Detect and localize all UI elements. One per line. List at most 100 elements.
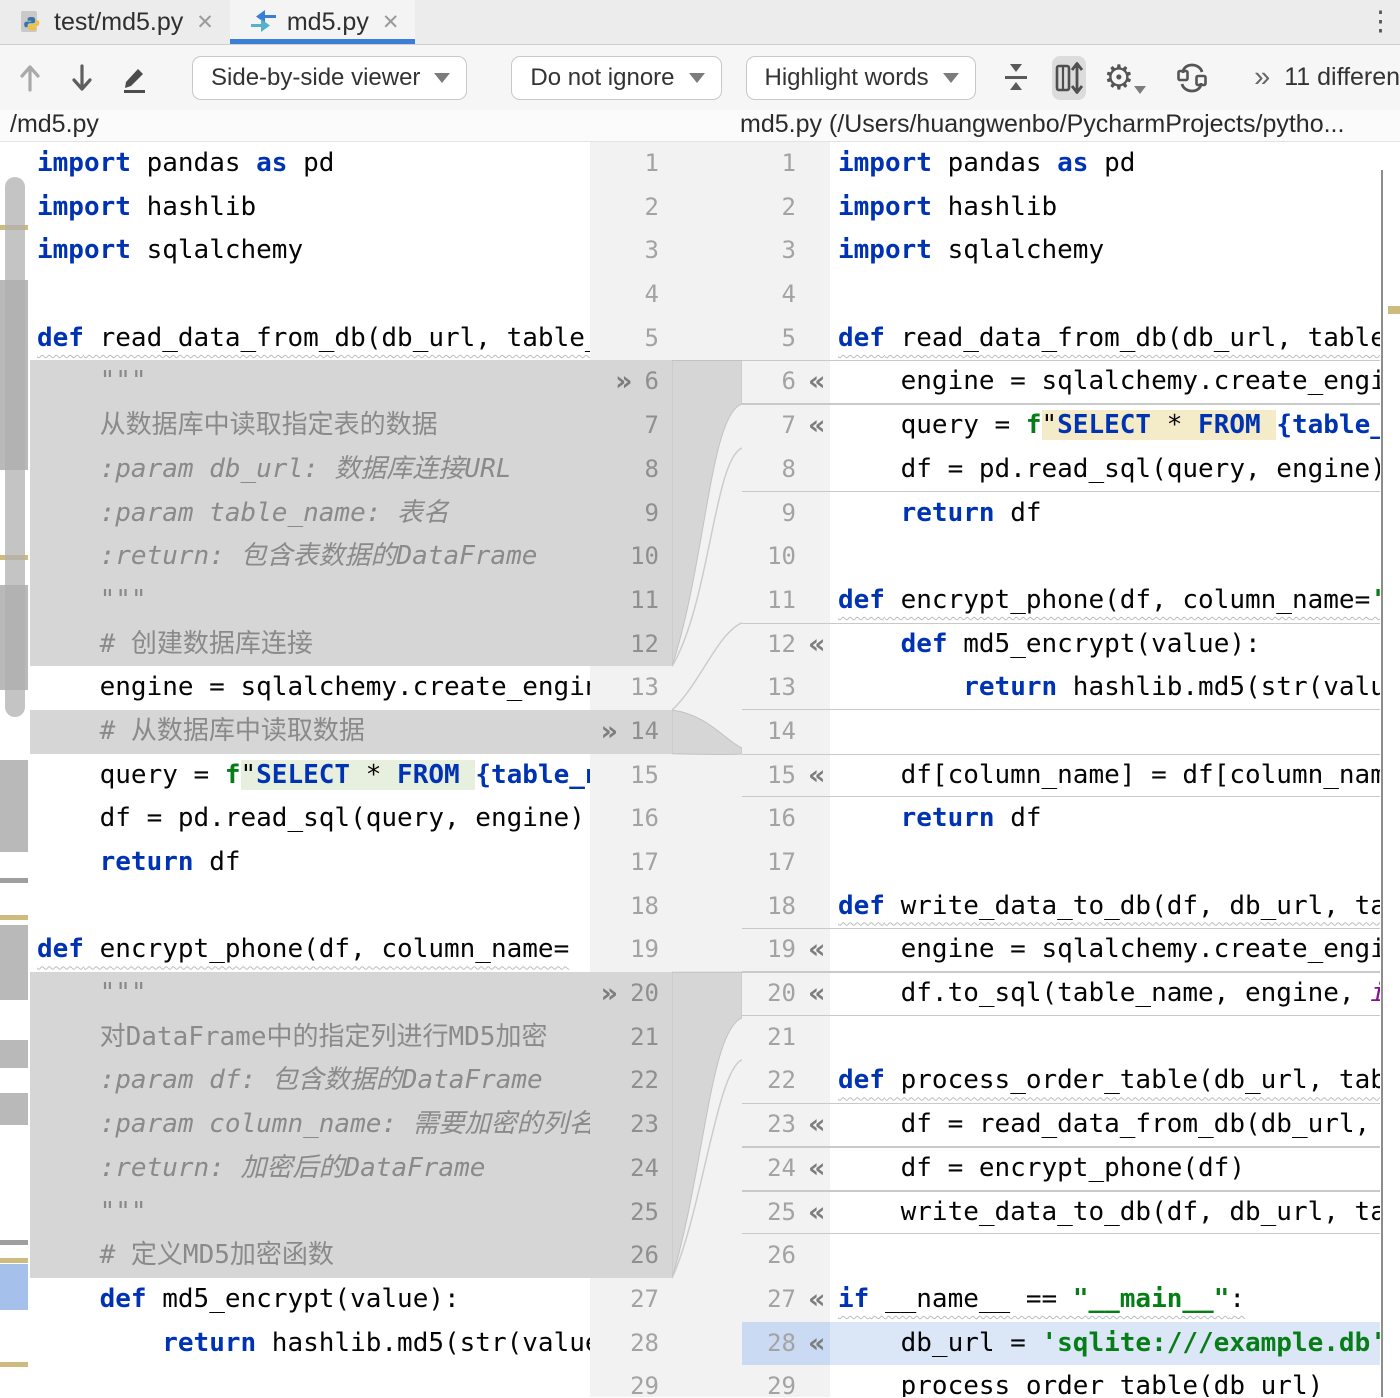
code-line[interactable]: :return: 加密后的DataFrame [30, 1146, 590, 1191]
code-line[interactable] [830, 1234, 1380, 1278]
code-line[interactable]: def encrypt_phone(df, column_name=' [830, 579, 1380, 623]
minimap-marker[interactable] [0, 1240, 28, 1245]
code-line[interactable]: import sqlalchemy [30, 229, 590, 273]
code-line[interactable] [30, 885, 590, 929]
left-editor[interactable]: import pandas as pd import hashlib import … [30, 142, 590, 1397]
code-line[interactable]: df[column_name] = df[column_name] [830, 754, 1380, 798]
close-icon[interactable]: ✕ [382, 10, 400, 35]
viewer-mode-select[interactable]: Side-by-side viewer [192, 55, 468, 100]
collapse-unchanged-icon[interactable] [1000, 61, 1032, 95]
code-line[interactable]: engine = sqlalchemy.create_engine(db_url… [830, 360, 1380, 404]
minimap-marker[interactable] [0, 1093, 28, 1125]
code-line[interactable]: """ [30, 1190, 590, 1235]
edit-source-icon[interactable] [118, 62, 150, 94]
code-line[interactable]: return df [830, 797, 1380, 841]
code-line[interactable] [830, 273, 1380, 317]
apply-left-icon[interactable]: « [808, 623, 825, 667]
minimap-marker[interactable] [0, 878, 28, 883]
code-line[interactable] [830, 535, 1380, 579]
code-line[interactable]: """ [30, 578, 590, 623]
code-line[interactable] [830, 1016, 1380, 1060]
code-line[interactable]: def read_data_from_db(db_url, table_name… [830, 317, 1380, 361]
code-line[interactable]: 对DataFrame中的指定列进行MD5加密 [30, 1015, 590, 1060]
code-line[interactable] [830, 841, 1380, 885]
apply-left-icon[interactable]: « [808, 1322, 825, 1366]
code-line[interactable]: def md5_encrypt(value): [830, 623, 1380, 667]
left-scrollbar-thumb[interactable] [5, 177, 25, 717]
minimap-marker[interactable] [0, 1264, 28, 1310]
code-line[interactable]: :param table_name: 表名 [30, 491, 590, 536]
swap-sides-icon[interactable] [1174, 60, 1210, 96]
code-line[interactable]: def encrypt_phone(df, column_name= [30, 928, 590, 972]
code-line[interactable] [830, 710, 1380, 754]
apply-left-icon[interactable]: « [808, 754, 825, 798]
whitespace-policy-select[interactable]: Do not ignore [511, 55, 722, 100]
code-line[interactable]: import pandas as pd [30, 142, 590, 186]
minimap-marker[interactable] [0, 925, 28, 1000]
tab-overflow-menu-icon[interactable]: ⋮ [1367, 6, 1394, 37]
code-line[interactable]: return hashlib.md5(str(value).encode() [30, 1322, 590, 1366]
code-line[interactable]: """ [30, 972, 590, 1016]
prev-difference-icon[interactable] [16, 63, 44, 93]
code-line[interactable]: return df [830, 492, 1380, 536]
minimap-marker[interactable] [0, 1258, 28, 1263]
code-line[interactable] [30, 273, 590, 317]
code-line[interactable]: return df [30, 841, 590, 885]
minimap-marker[interactable] [1388, 306, 1400, 314]
code-line[interactable]: import hashlib [30, 186, 590, 230]
apply-left-icon[interactable]: « [808, 1191, 825, 1235]
code-line[interactable]: :param column_name: 需要加密的列名 [30, 1103, 590, 1147]
code-line[interactable]: import sqlalchemy [830, 229, 1380, 273]
code-line[interactable]: # 创建数据库连接 [30, 622, 590, 667]
code-line[interactable]: # 定义MD5加密函数 [30, 1234, 590, 1278]
settings-gear-icon[interactable]: ⚙ [1104, 58, 1147, 98]
code-line[interactable]: df.to_sql(table_name, engine, i [830, 972, 1380, 1016]
code-line[interactable]: return hashlib.md5(str(value).encode() [830, 666, 1380, 710]
code-line[interactable]: """ [30, 360, 590, 405]
code-line[interactable]: # 从数据库中读取数据 [30, 709, 590, 754]
code-line[interactable]: 从数据库中读取指定表的数据 [30, 404, 590, 448]
apply-right-icon[interactable]: » [615, 360, 632, 404]
minimap-marker[interactable] [0, 1040, 28, 1068]
code-line[interactable]: write_data_to_db(df, db_url, tab [830, 1191, 1380, 1235]
code-line[interactable]: query = f"SELECT * FROM {table_name}" [30, 754, 590, 798]
tab-test-md5[interactable]: test/md5.py ✕ [0, 0, 230, 44]
code-line[interactable]: def md5_encrypt(value): [30, 1278, 590, 1322]
code-line[interactable]: df = pd.read_sql(query, engine) [830, 448, 1380, 492]
code-line[interactable] [30, 1365, 590, 1397]
code-line[interactable]: :param df: 包含数据的DataFrame [30, 1059, 590, 1104]
next-difference-icon[interactable] [68, 63, 96, 93]
code-line[interactable]: if __name__ == "__main__": [830, 1278, 1380, 1322]
toolbar-overflow-icon[interactable]: » [1254, 61, 1270, 94]
code-line[interactable]: def read_data_from_db(db_url, table_name… [30, 317, 590, 361]
apply-right-icon[interactable]: » [601, 972, 618, 1016]
right-error-stripe[interactable] [1380, 142, 1400, 1397]
code-line[interactable]: query = f"SELECT * FROM {table_name}" [830, 404, 1380, 448]
minimap-marker[interactable] [0, 915, 28, 920]
right-scrollbar-track[interactable] [1381, 170, 1383, 1397]
right-editor[interactable]: import pandas as pd import hashlib import … [830, 142, 1380, 1397]
apply-left-icon[interactable]: « [808, 360, 825, 404]
code-line[interactable]: def process_order_table(db_url, table_na [830, 1059, 1380, 1103]
apply-left-icon[interactable]: « [808, 1278, 825, 1322]
synchronize-scrolling-icon[interactable] [1051, 55, 1086, 100]
apply-left-icon[interactable]: « [808, 404, 825, 448]
code-line[interactable]: :return: 包含表数据的DataFrame [30, 535, 590, 579]
apply-left-icon[interactable]: « [808, 972, 825, 1016]
apply-left-icon[interactable]: « [808, 1147, 825, 1191]
code-line[interactable]: engine = sqlalchemy.create_engine [830, 928, 1380, 972]
apply-left-icon[interactable]: « [808, 928, 825, 972]
code-line[interactable]: :param db_url: 数据库连接URL [30, 447, 590, 492]
code-line[interactable]: df = encrypt_phone(df) [830, 1147, 1380, 1191]
code-line[interactable]: df = pd.read_sql(query, engine) [30, 797, 590, 841]
code-line[interactable]: import pandas as pd [830, 142, 1380, 186]
minimap-marker[interactable] [0, 1362, 28, 1367]
code-line[interactable]: process_order_table(db_url) [830, 1365, 1380, 1397]
close-icon[interactable]: ✕ [196, 10, 214, 35]
code-line[interactable]: db_url = 'sqlite:///example.db' [830, 1321, 1380, 1366]
minimap-marker[interactable] [0, 760, 28, 852]
left-error-stripe[interactable] [0, 142, 30, 1397]
apply-right-icon[interactable]: » [601, 710, 618, 754]
code-line[interactable]: import hashlib [830, 186, 1380, 230]
code-line[interactable]: engine = sqlalchemy.create_engine(db_url… [30, 666, 590, 710]
